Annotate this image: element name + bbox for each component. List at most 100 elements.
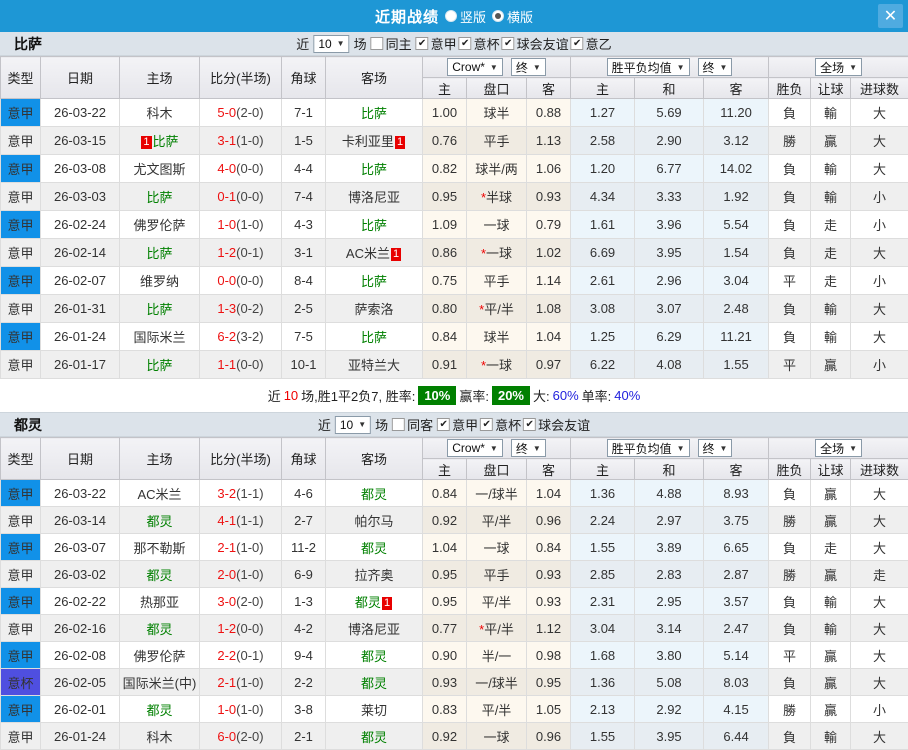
fulltime-score: 6-2	[217, 329, 236, 344]
league-filter-checkbox[interactable]: ✔意甲	[437, 415, 478, 434]
close-button[interactable]: ✕	[878, 4, 903, 28]
away-odds-cell: 0.88	[527, 99, 571, 127]
result-goals-cell: 大	[851, 534, 908, 561]
date-cell: 26-02-16	[41, 615, 120, 642]
home-odds-cell: 1.04	[423, 534, 467, 561]
halftime-score: (1-1)	[236, 513, 263, 528]
avg-home-cell: 2.31	[571, 588, 635, 615]
filters-bar: 近 10 ▼ 场 同客 ✔意甲✔意杯✔球会友谊	[318, 415, 590, 434]
col-home: 主场	[120, 57, 200, 99]
big-rate-label: 大:	[533, 386, 550, 405]
layout-vertical-radio[interactable]: 竖版	[445, 7, 486, 26]
away-odds-cell: 1.13	[527, 127, 571, 155]
league-filter-label: 意乙	[586, 34, 612, 53]
match-count-select[interactable]: 10 ▼	[313, 35, 349, 53]
result-wdl-cell: 負	[769, 615, 811, 642]
date-cell: 26-01-31	[41, 295, 120, 323]
red-card-badge: 1	[395, 136, 405, 149]
odds-final-select[interactable]: 终 ▼	[511, 439, 546, 457]
fulltime-score: 4-1	[217, 513, 236, 528]
score-cell: 2-0(1-0)	[200, 561, 282, 588]
avg-away-cell: 5.54	[704, 211, 769, 239]
away-team-name: 比萨	[361, 162, 387, 177]
avg-type-value: 胜平负均值	[612, 440, 672, 457]
match-count-select[interactable]: 10 ▼	[335, 416, 371, 434]
league-filter-checkbox[interactable]: ✔意杯	[480, 415, 521, 434]
home-odds-cell: 0.76	[423, 127, 467, 155]
section-header-torino: 都灵 近 10 ▼ 场 同客 ✔意甲✔意杯✔球会友谊	[0, 413, 908, 437]
corners-cell: 7-4	[282, 183, 326, 211]
halftime-score: (0-0)	[236, 357, 263, 372]
away-odds-cell: 0.96	[527, 507, 571, 534]
score-cell: 3-0(2-0)	[200, 588, 282, 615]
ying-rate-badge: 20%	[492, 386, 530, 405]
result-wdl-cell: 負	[769, 295, 811, 323]
match-row: 意甲26-03-07那不勒斯2-1(1-0)11-2都灵1.04一球0.841.…	[1, 534, 908, 561]
avg-type-select[interactable]: 胜平负均值 ▼	[607, 439, 690, 457]
league-filter-checkbox[interactable]: ✔意乙	[571, 34, 612, 53]
away-team-name: 都灵	[361, 676, 387, 691]
league-filter-checkbox[interactable]: ✔球会友谊	[502, 34, 569, 53]
away-team-name: 亚特兰大	[348, 358, 400, 373]
away-team-cell: 都灵1	[326, 588, 423, 615]
home-odds-cell: 0.75	[423, 267, 467, 295]
odds-company-value: Crow*	[452, 60, 485, 74]
home-team-cell: 科木	[120, 99, 200, 127]
league-filter-checkbox[interactable]: ✔意甲	[416, 34, 457, 53]
league-type-cell: 意甲	[1, 267, 41, 295]
avg-final-select[interactable]: 终 ▼	[698, 439, 733, 457]
odds-final-select[interactable]: 终 ▼	[511, 58, 546, 76]
layout-horizontal-label: 横版	[507, 7, 533, 26]
date-cell: 26-03-15	[41, 127, 120, 155]
avg-away-cell: 3.57	[704, 588, 769, 615]
home-odds-cell: 0.84	[423, 480, 467, 507]
home-team-cell: AC米兰	[120, 480, 200, 507]
avg-home-cell: 6.22	[571, 351, 635, 379]
scope-select[interactable]: 全场 ▼	[815, 58, 862, 76]
avg-final-value: 终	[703, 440, 715, 457]
handicap-text: 平手	[483, 568, 509, 583]
summary-count: 10	[284, 388, 298, 403]
avg-draw-cell: 6.77	[635, 155, 704, 183]
match-row: 意甲26-01-31比萨1-3(0-2)2-5萨索洛0.80*平/半1.083.…	[1, 295, 908, 323]
avg-home-cell: 1.36	[571, 669, 635, 696]
same-venue-checkbox[interactable]: 同客	[392, 415, 433, 434]
halftime-score: (0-1)	[236, 245, 263, 260]
handicap-cell: 平/半	[467, 696, 527, 723]
home-team-cell: 热那亚	[120, 588, 200, 615]
chevron-down-icon: ▼	[849, 63, 857, 72]
home-team-name: 尤文图斯	[133, 162, 185, 177]
avg-type-select[interactable]: 胜平负均值 ▼	[607, 58, 690, 76]
handicap-cell: 一/球半	[467, 480, 527, 507]
league-filter-checkbox[interactable]: ✔意杯	[459, 34, 500, 53]
home-team-name: 那不勒斯	[133, 541, 185, 556]
league-filter-checkbox[interactable]: ✔球会友谊	[523, 415, 590, 434]
odds-company-select[interactable]: Crow* ▼	[447, 58, 503, 76]
result-wdl-cell: 負	[769, 183, 811, 211]
result-goals-cell: 大	[851, 239, 908, 267]
halftime-score: (0-1)	[236, 648, 263, 663]
avg-final-select[interactable]: 终 ▼	[698, 58, 733, 76]
score-cell: 2-1(1-0)	[200, 669, 282, 696]
score-cell: 5-0(2-0)	[200, 99, 282, 127]
match-row: 意甲26-03-22科木5-0(2-0)7-1比萨1.00球半0.881.275…	[1, 99, 908, 127]
sub-col-header: 主	[571, 78, 635, 99]
avg-draw-cell: 3.96	[635, 211, 704, 239]
home-team-cell: 比萨	[120, 183, 200, 211]
fulltime-score: 5-0	[217, 105, 236, 120]
chevron-down-icon: ▼	[337, 39, 345, 48]
date-cell: 26-03-02	[41, 561, 120, 588]
result-goals-cell: 大	[851, 323, 908, 351]
halftime-score: (3-2)	[236, 329, 263, 344]
same-venue-checkbox[interactable]: 同主	[371, 34, 412, 53]
result-handicap-cell: 輸	[811, 723, 851, 750]
avg-draw-cell: 5.69	[635, 99, 704, 127]
home-team-name: 比萨	[146, 190, 172, 205]
odds-company-select[interactable]: Crow* ▼	[447, 439, 503, 457]
score-cell: 2-1(1-0)	[200, 534, 282, 561]
fulltime-score: 3-1	[217, 133, 236, 148]
avg-draw-cell: 3.95	[635, 723, 704, 750]
scope-select[interactable]: 全场 ▼	[815, 439, 862, 457]
layout-horizontal-radio[interactable]: 横版	[492, 7, 533, 26]
halftime-score: (1-1)	[236, 486, 263, 501]
